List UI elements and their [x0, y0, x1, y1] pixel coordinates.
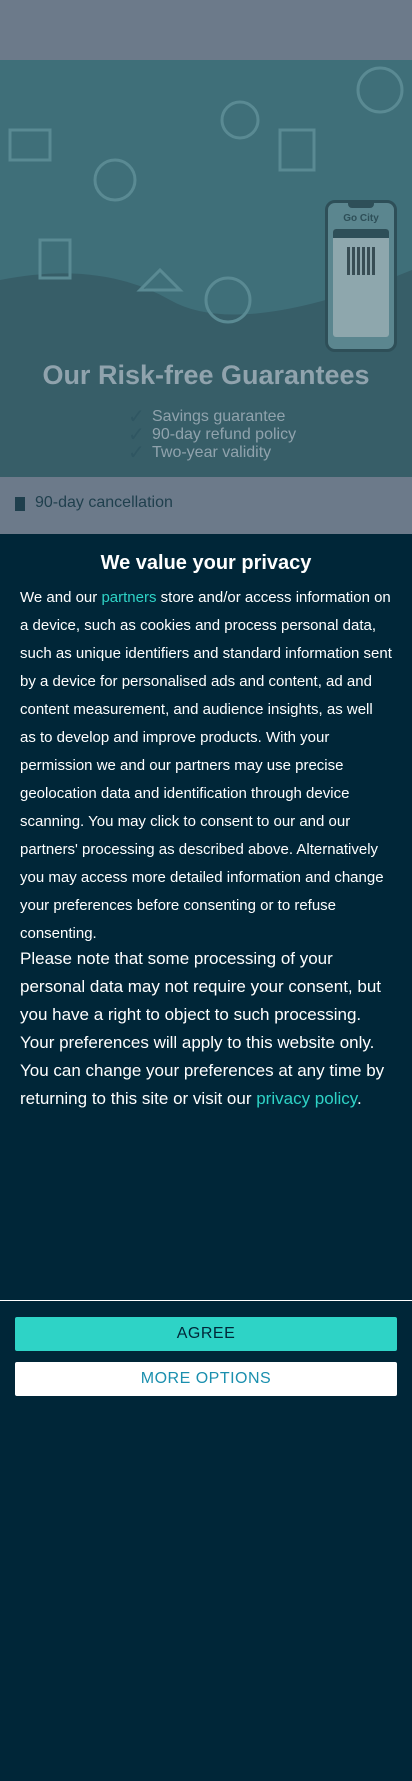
checkmark-icon: ✓ — [128, 442, 145, 464]
top-bar — [0, 0, 412, 60]
privacy-policy-link[interactable]: privacy policy — [256, 1089, 357, 1108]
cancellation-label: 90-day cancellation — [35, 494, 173, 511]
pass-header — [333, 229, 389, 238]
qr-code-icon — [347, 247, 375, 275]
guarantee-label: 90-day refund policy — [152, 426, 297, 443]
cancellation-strip: 90-day cancellation — [0, 477, 412, 534]
phone-mockup: Go City — [325, 200, 397, 352]
pass-card — [333, 229, 389, 337]
hero-banner: Go City Our Risk-free Guarantees ✓ Saving… — [0, 60, 412, 477]
document-icon — [15, 497, 25, 511]
phone-brand: Go City — [343, 213, 379, 224]
privacy-text: . — [357, 1089, 362, 1108]
agree-button[interactable]: AGREE — [15, 1317, 397, 1351]
guarantee-item: ✓ Two-year validity — [128, 442, 296, 464]
partners-link[interactable]: partners — [101, 589, 156, 606]
guarantee-label: Savings guarantee — [152, 408, 286, 425]
hero-title: Our Risk-free Guarantees — [42, 360, 370, 390]
privacy-paragraph-2: Please note that some processing of your… — [20, 945, 392, 1113]
guarantee-item: ✓ Savings guarantee — [128, 407, 296, 427]
more-options-button[interactable]: MORE OPTIONS — [15, 1362, 397, 1396]
guarantee-list: ✓ Savings guarantee ✓ 90-day refund policy… — [128, 407, 297, 464]
privacy-body: We and our partners store and/or access … — [20, 584, 392, 1113]
divider — [0, 1300, 412, 1301]
guarantee-label: Two-year validity — [152, 444, 272, 461]
privacy-text: store and/or access information on a dev… — [20, 589, 392, 942]
privacy-paragraph-1: We and our partners store and/or access … — [20, 584, 392, 948]
phone-notch — [348, 203, 374, 208]
privacy-text: We and our — [20, 589, 102, 606]
privacy-title: We value your privacy — [100, 552, 312, 574]
privacy-text: Please note that some processing of your… — [20, 949, 385, 1108]
guarantee-item: ✓ 90-day refund policy — [128, 425, 297, 445]
